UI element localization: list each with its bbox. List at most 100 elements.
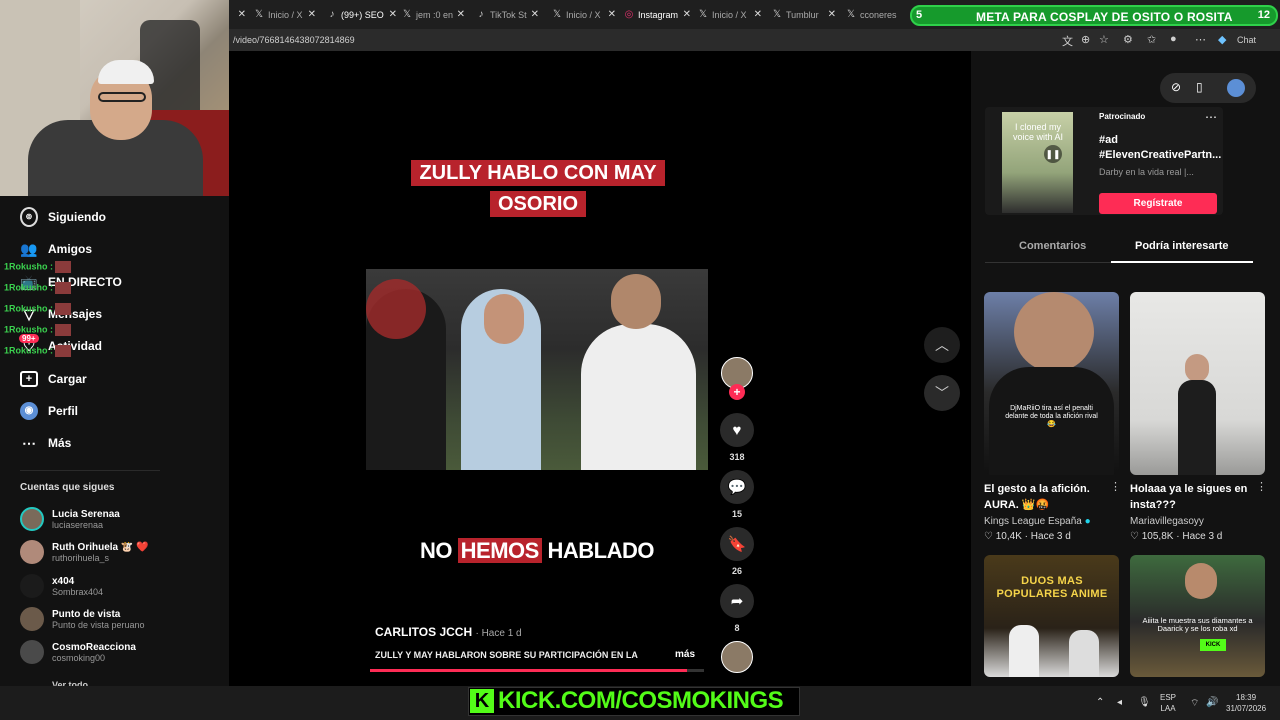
sidebar-item-cargar[interactable]: + Cargar <box>20 367 87 391</box>
browser-tab[interactable]: ◎ Instagram ✕ <box>624 4 691 25</box>
post-time: Hace 3 d <box>1182 531 1223 542</box>
chat-username: 1Rokusho : <box>4 324 54 335</box>
person-shape <box>366 279 426 339</box>
sidebar-item-perfil[interactable]: ◉ Perfil <box>20 399 78 423</box>
copilot-tray-icon[interactable]: ◂ <box>1117 697 1122 708</box>
browser-tab[interactable]: 𝕏 Inicio / X ✕ <box>552 4 616 25</box>
menu-dots-icon[interactable]: ⋯ <box>1195 33 1206 46</box>
more-options-icon[interactable]: ⋯ <box>1205 110 1217 124</box>
copilot-icon[interactable]: ◆ <box>1218 33 1226 46</box>
wifi-icon[interactable]: ⌔ <box>1190 697 1199 710</box>
profile-avatar-icon[interactable]: ● <box>1170 33 1177 45</box>
close-icon[interactable]: ✕ <box>308 9 316 20</box>
comment-count: 15 <box>731 509 742 519</box>
browser-tab[interactable]: ♪ (99+) SEO ✕ <box>327 4 398 25</box>
video-title[interactable]: El gesto a la afición. AURA. 👑🤬 <box>984 481 1108 513</box>
video-thumbnail[interactable]: Aiiita le muestra sus diamantes a Daaric… <box>1130 555 1265 677</box>
video-thumbnail[interactable]: DjMaRiiO tira así el penalti delante de … <box>984 292 1119 475</box>
ad-hashtag[interactable]: #ElevenCreativePartn... <box>1099 149 1221 161</box>
video-thumbnail[interactable]: DUOS MAS POPULARES ANIME <box>984 555 1119 677</box>
account-item[interactable]: Ruth Orihuela 🐮 ❤️ ruthorihuela_s <box>20 540 149 564</box>
account-name: Lucia Serenaa <box>52 508 120 520</box>
browser-tab[interactable]: 𝕏 Inicio / X ✕ <box>698 4 762 25</box>
volume-icon[interactable]: 🔊 <box>1206 697 1218 708</box>
translate-icon[interactable]: 文 <box>1062 33 1073 49</box>
sidebar-item-mas[interactable]: ⋯ Más <box>20 431 71 455</box>
sidebar-item-amigos[interactable]: 👥 Amigos <box>20 237 92 261</box>
chat-label[interactable]: Chat <box>1237 35 1256 45</box>
browser-tab[interactable]: 𝕏 Tumblur ✕ <box>772 4 836 25</box>
avatar <box>20 574 44 598</box>
x-logo-icon: 𝕏 <box>402 9 412 20</box>
close-icon[interactable]: ✕ <box>457 9 465 20</box>
tiktok-icon: ♪ <box>329 9 335 20</box>
chat-message: 1Rokusho : <box>4 282 72 294</box>
tab-label: cconeres <box>860 9 897 20</box>
share-button[interactable]: ➦ <box>720 584 754 618</box>
avatar[interactable] <box>1227 79 1245 97</box>
video-frame[interactable] <box>366 269 708 470</box>
close-icon[interactable]: ✕ <box>683 9 691 20</box>
like-button[interactable]: ♥ <box>720 413 754 447</box>
sidebar-item-label: Siguiendo <box>48 210 106 224</box>
next-video-button[interactable]: ﹀ <box>924 375 960 411</box>
account-item[interactable]: CosmoReacciona cosmoking00 <box>20 640 136 664</box>
comment-button[interactable]: 💬 <box>720 470 754 504</box>
compass-icon[interactable]: ⊘ <box>1171 80 1181 94</box>
more-icon: ⋯ <box>22 434 36 451</box>
close-icon[interactable]: ✕ <box>531 9 539 20</box>
music-disc[interactable] <box>721 641 753 673</box>
thumb-caption: DjMaRiiO tira así el penalti delante de … <box>1005 405 1098 428</box>
zoom-icon[interactable]: ⊕ <box>1081 33 1090 46</box>
tab-label: Inicio / X <box>712 9 747 20</box>
video-title[interactable]: Holaaa ya le sigues en insta??? <box>1130 481 1254 513</box>
video-caption-bottom: NO HEMOS HABLADO <box>380 538 694 564</box>
close-icon[interactable]: ✕ <box>828 9 836 20</box>
video-thumbnail[interactable] <box>1130 292 1265 475</box>
language-indicator[interactable]: ESP LAA <box>1160 692 1176 714</box>
previous-video-button[interactable]: ︿ <box>924 327 960 363</box>
video-author[interactable]: Kings League España ● <box>984 516 1091 527</box>
video-author[interactable]: Mariavillegasoyy <box>1130 516 1204 527</box>
microphone-icon[interactable]: 🎙 <box>1138 697 1151 708</box>
tray-expand-icon[interactable]: ⌃ <box>1096 697 1104 708</box>
more-options-icon[interactable]: ⋮ <box>1110 480 1121 493</box>
account-item[interactable]: Lucia Serenaa luciaserenaa <box>20 507 120 531</box>
close-icon[interactable]: ✕ <box>238 9 246 20</box>
url-text[interactable]: /video/7668146438072814869 <box>233 35 355 45</box>
ad-hashtag[interactable]: #ad <box>1099 134 1118 146</box>
favorites-icon[interactable]: ✩ <box>1147 33 1156 46</box>
see-more-link[interactable]: más <box>675 649 695 660</box>
upload-icon: + <box>20 371 38 387</box>
more-options-icon[interactable]: ⋮ <box>1256 480 1267 493</box>
video-author[interactable]: CARLITOS JCCH · Hace 1 d <box>375 625 522 639</box>
phone-icon[interactable]: ▯ <box>1196 80 1203 94</box>
sidebar-item-siguiendo[interactable]: ⊚ Siguiendo <box>20 205 106 229</box>
register-button[interactable]: Regístrate <box>1099 193 1217 214</box>
clock[interactable]: 18:39 31/07/2026 <box>1226 692 1266 714</box>
tab-comments[interactable]: Comentarios <box>1019 240 1086 252</box>
save-button[interactable]: 🔖 <box>720 527 754 561</box>
browser-tab[interactable]: 𝕏 Inicio / X ✕ <box>254 4 316 25</box>
close-icon[interactable]: ✕ <box>389 9 397 20</box>
extensions-icon[interactable]: ⚙ <box>1123 33 1133 46</box>
browser-tab[interactable]: 𝕏cconeres <box>846 4 906 25</box>
video-progress-bar[interactable] <box>370 669 704 672</box>
favorite-star-icon[interactable]: ☆ <box>1099 33 1109 46</box>
person-face <box>1014 292 1094 372</box>
pause-icon[interactable]: ❚❚ <box>1044 145 1062 163</box>
tab-close[interactable]: ✕ <box>232 4 246 25</box>
tab-recommended[interactable]: Podría interesarte <box>1135 240 1229 252</box>
browser-tab[interactable]: ♪ TikTok St ✕ <box>476 4 540 25</box>
comment-icon: 💬 <box>727 479 747 496</box>
sidebar-divider <box>20 470 160 471</box>
tab-label: Inicio / X <box>566 9 601 20</box>
close-icon[interactable]: ✕ <box>608 9 616 20</box>
close-icon[interactable]: ✕ <box>754 9 762 20</box>
account-item[interactable]: x404 Sombrax404 <box>20 574 103 598</box>
account-item[interactable]: Punto de vista Punto de vista peruano <box>20 607 145 631</box>
progress-fill <box>370 669 688 672</box>
follow-button[interactable]: + <box>729 384 745 400</box>
author-name[interactable]: CARLITOS JCCH <box>375 625 472 639</box>
browser-tab[interactable]: 𝕏jem :0 en ✕ <box>402 4 465 25</box>
